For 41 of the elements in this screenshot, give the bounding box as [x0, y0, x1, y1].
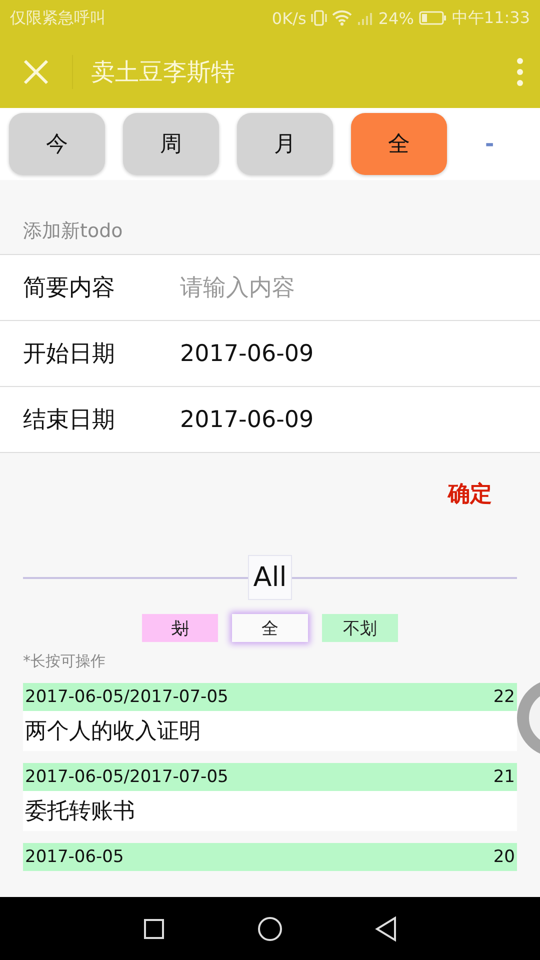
- period-tab[interactable]: 今: [9, 113, 105, 175]
- filter-button[interactable]: 不划: [322, 614, 398, 642]
- todo-date-bar[interactable]: 2017-06-05 20: [23, 843, 517, 871]
- home-icon[interactable]: [257, 916, 283, 942]
- todo-date-bar[interactable]: 2017-06-05/2017-07-05 21: [23, 763, 517, 791]
- hint-text: *长按可操作: [22, 651, 106, 671]
- dash-text: -: [485, 132, 494, 156]
- period-tab[interactable]: 全: [351, 113, 447, 175]
- field-label: 简要内容: [23, 274, 116, 303]
- carrier-text: 仅限紧急呼叫: [10, 8, 106, 28]
- input-field[interactable]: 请输入内容: [180, 274, 480, 300]
- todo-date-bar[interactable]: 2017-06-05/2017-07-05 22: [23, 683, 517, 711]
- field-label: 结束日期: [23, 406, 116, 435]
- todo-count: 21: [493, 767, 515, 787]
- filter-heading: All: [248, 555, 292, 600]
- todo-title[interactable]: 两个人的收入证明: [23, 711, 517, 751]
- confirm-button[interactable]: 确定: [448, 479, 492, 509]
- date-range: 2017-06-05: [25, 847, 124, 867]
- todo-title[interactable]: 委托转账书: [23, 791, 517, 831]
- todo-count: 20: [493, 847, 515, 867]
- todo-count: 22: [493, 687, 515, 707]
- signal-icon: [357, 10, 374, 26]
- date-range: 2017-06-05/2017-07-05: [25, 687, 228, 707]
- back-icon[interactable]: [375, 916, 397, 942]
- date-range: 2017-06-05/2017-07-05: [25, 767, 228, 787]
- recent-apps-icon[interactable]: [143, 918, 165, 940]
- filter-button[interactable]: 划: [142, 614, 218, 642]
- wifi-icon: [332, 10, 352, 26]
- page-title: 卖土豆李斯特: [91, 57, 236, 88]
- input-field[interactable]: 2017-06-09: [180, 406, 480, 432]
- period-tab[interactable]: 月: [237, 113, 333, 175]
- period-tab[interactable]: 周: [123, 113, 219, 175]
- battery-icon: [418, 11, 447, 25]
- field-label: 开始日期: [23, 340, 116, 369]
- section-title: 添加新todo: [22, 219, 124, 244]
- input-field[interactable]: 2017-06-09: [180, 340, 480, 366]
- clock: 中午11:33: [452, 8, 530, 28]
- battery-percent: 24%: [378, 8, 414, 28]
- filter-button[interactable]: 全: [232, 614, 308, 642]
- network-speed: 0K/s: [272, 8, 306, 28]
- vibrate-icon: [311, 9, 328, 27]
